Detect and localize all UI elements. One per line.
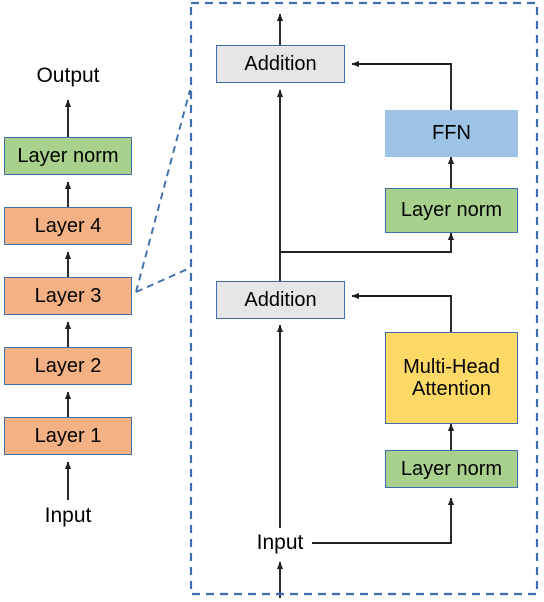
block-box-addition-lower: Addition xyxy=(216,281,345,319)
left-box-layer-1: Layer 1 xyxy=(4,417,132,455)
block-box-multi-head-attention: Multi-Head Attention xyxy=(385,332,518,424)
block-box-ffn: FFN xyxy=(385,110,518,157)
block-box-layer-norm-lower: Layer norm xyxy=(385,450,518,488)
block-box-layer-norm-upper: Layer norm xyxy=(385,188,518,233)
left-stack-output-label: Output xyxy=(36,64,100,87)
block-box-addition-upper: Addition xyxy=(216,45,345,83)
left-box-layer-norm: Layer norm xyxy=(4,137,132,175)
left-stack-input-label: Input xyxy=(44,504,92,527)
left-box-layer-3: Layer 3 xyxy=(4,277,132,315)
left-box-layer-4: Layer 4 xyxy=(4,207,132,245)
left-box-layer-2: Layer 2 xyxy=(4,347,132,385)
diagram-canvas: Output Layer norm Layer 4 Layer 3 Layer … xyxy=(0,0,544,602)
block-input-label: Input xyxy=(256,531,304,554)
